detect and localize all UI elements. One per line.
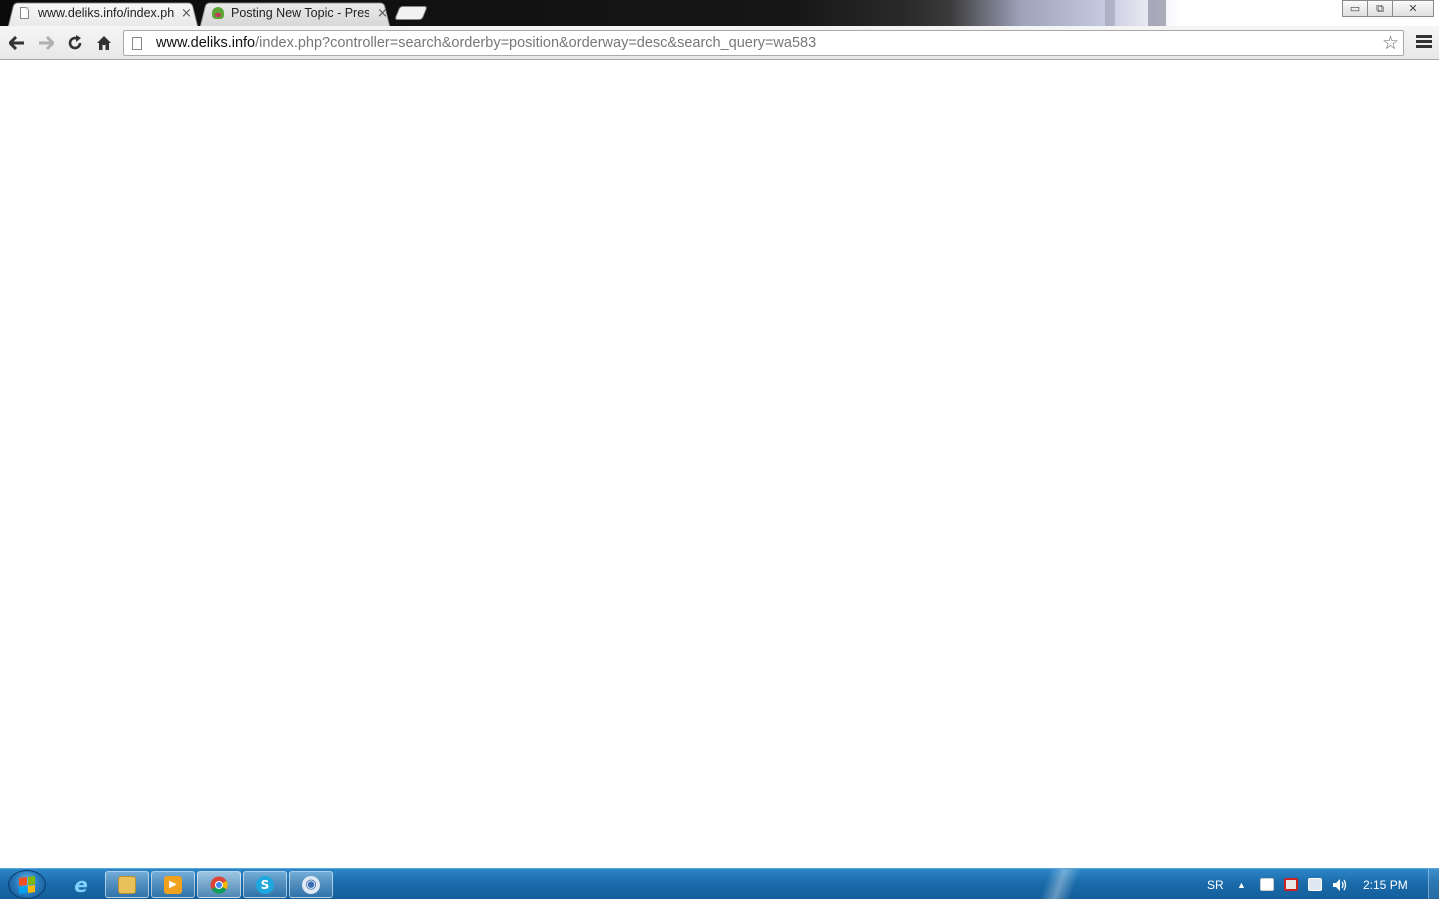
windows-taskbar: e ▶ S ◉ SR ▲ 2:15 PM bbox=[0, 868, 1439, 899]
language-code: SR bbox=[1207, 877, 1224, 892]
forward-arrow-icon bbox=[39, 36, 54, 50]
forward-button[interactable] bbox=[34, 31, 58, 55]
speaker-icon bbox=[1333, 878, 1347, 891]
internet-explorer-icon: e bbox=[74, 872, 88, 897]
taskbar-internet-explorer[interactable]: e bbox=[59, 871, 103, 898]
power-icon bbox=[1284, 878, 1298, 891]
url-host: www.deliks.info bbox=[156, 35, 256, 51]
tab-close-icon[interactable]: × bbox=[377, 6, 388, 21]
prestashop-frog-icon bbox=[212, 7, 224, 19]
tray-volume[interactable] bbox=[1332, 869, 1348, 899]
browser-titlebar: www.deliks.info/index.php × Posting New … bbox=[0, 0, 1439, 26]
network-icon bbox=[1308, 878, 1322, 891]
reload-icon bbox=[68, 35, 82, 50]
globe-app-icon: ◉ bbox=[302, 875, 320, 894]
taskbar-globe-app[interactable]: ◉ bbox=[289, 871, 333, 898]
minimize-button[interactable]: ▭ bbox=[1342, 0, 1368, 17]
tray-power[interactable] bbox=[1284, 869, 1298, 899]
url-path: /index.php?controller=search&orderby=pos… bbox=[255, 35, 817, 51]
skype-icon: S bbox=[256, 875, 274, 894]
tray-network[interactable] bbox=[1308, 869, 1322, 899]
show-hidden-icons-button[interactable]: ▲ bbox=[1237, 869, 1246, 899]
tab-title: www.deliks.info/index.php bbox=[38, 6, 175, 20]
taskbar-media-player[interactable]: ▶ bbox=[151, 871, 195, 898]
wallpaper-streak bbox=[1105, 0, 1115, 26]
windows-logo-icon bbox=[19, 875, 35, 894]
close-window-button[interactable]: ✕ bbox=[1392, 0, 1434, 17]
restore-button[interactable]: ⧉ bbox=[1367, 0, 1393, 17]
reload-button[interactable] bbox=[63, 31, 87, 55]
flag-warning-icon bbox=[1260, 878, 1274, 891]
taskbar-glow bbox=[1020, 869, 1110, 899]
back-arrow-icon bbox=[9, 36, 24, 50]
new-tab-button[interactable] bbox=[394, 6, 428, 20]
page-viewport bbox=[0, 61, 1439, 868]
home-button[interactable] bbox=[92, 31, 116, 55]
url-text[interactable]: www.deliks.info/index.php?controller=sea… bbox=[156, 35, 816, 51]
tab-deliks-content: www.deliks.info/index.php × bbox=[20, 3, 192, 23]
close-icon: ✕ bbox=[1408, 2, 1418, 15]
back-button[interactable] bbox=[5, 31, 29, 55]
tab-close-icon[interactable]: × bbox=[181, 6, 192, 21]
folder-icon bbox=[118, 875, 136, 894]
bookmark-star-icon[interactable]: ☆ bbox=[1382, 32, 1399, 54]
minimize-icon: ▭ bbox=[1349, 2, 1361, 15]
system-clock[interactable]: 2:15 PM bbox=[1363, 878, 1408, 892]
home-icon bbox=[97, 36, 111, 50]
media-player-icon: ▶ bbox=[164, 875, 182, 894]
taskbar-skype[interactable]: S bbox=[243, 871, 287, 898]
tab-title: Posting New Topic - Prest bbox=[231, 6, 369, 20]
taskbar-windows-explorer[interactable] bbox=[105, 871, 149, 898]
restore-icon: ⧉ bbox=[1376, 1, 1384, 15]
tab-prestashop-content: Posting New Topic - Prest × bbox=[212, 3, 388, 23]
start-button[interactable] bbox=[8, 870, 46, 899]
show-desktop-button[interactable] bbox=[1428, 869, 1439, 899]
page-icon bbox=[20, 7, 29, 19]
language-indicator[interactable]: SR bbox=[1207, 869, 1224, 899]
wallpaper-streak bbox=[1148, 0, 1166, 26]
tray-action-center[interactable] bbox=[1260, 869, 1274, 899]
taskbar-chrome[interactable] bbox=[197, 871, 241, 898]
browser-toolbar: www.deliks.info/index.php?controller=sea… bbox=[0, 26, 1439, 60]
page-icon bbox=[132, 36, 142, 50]
chrome-icon bbox=[210, 876, 228, 894]
chrome-menu-button[interactable] bbox=[1416, 35, 1432, 49]
chevron-up-icon: ▲ bbox=[1237, 879, 1246, 890]
address-bar[interactable]: www.deliks.info/index.php?controller=sea… bbox=[123, 30, 1404, 56]
